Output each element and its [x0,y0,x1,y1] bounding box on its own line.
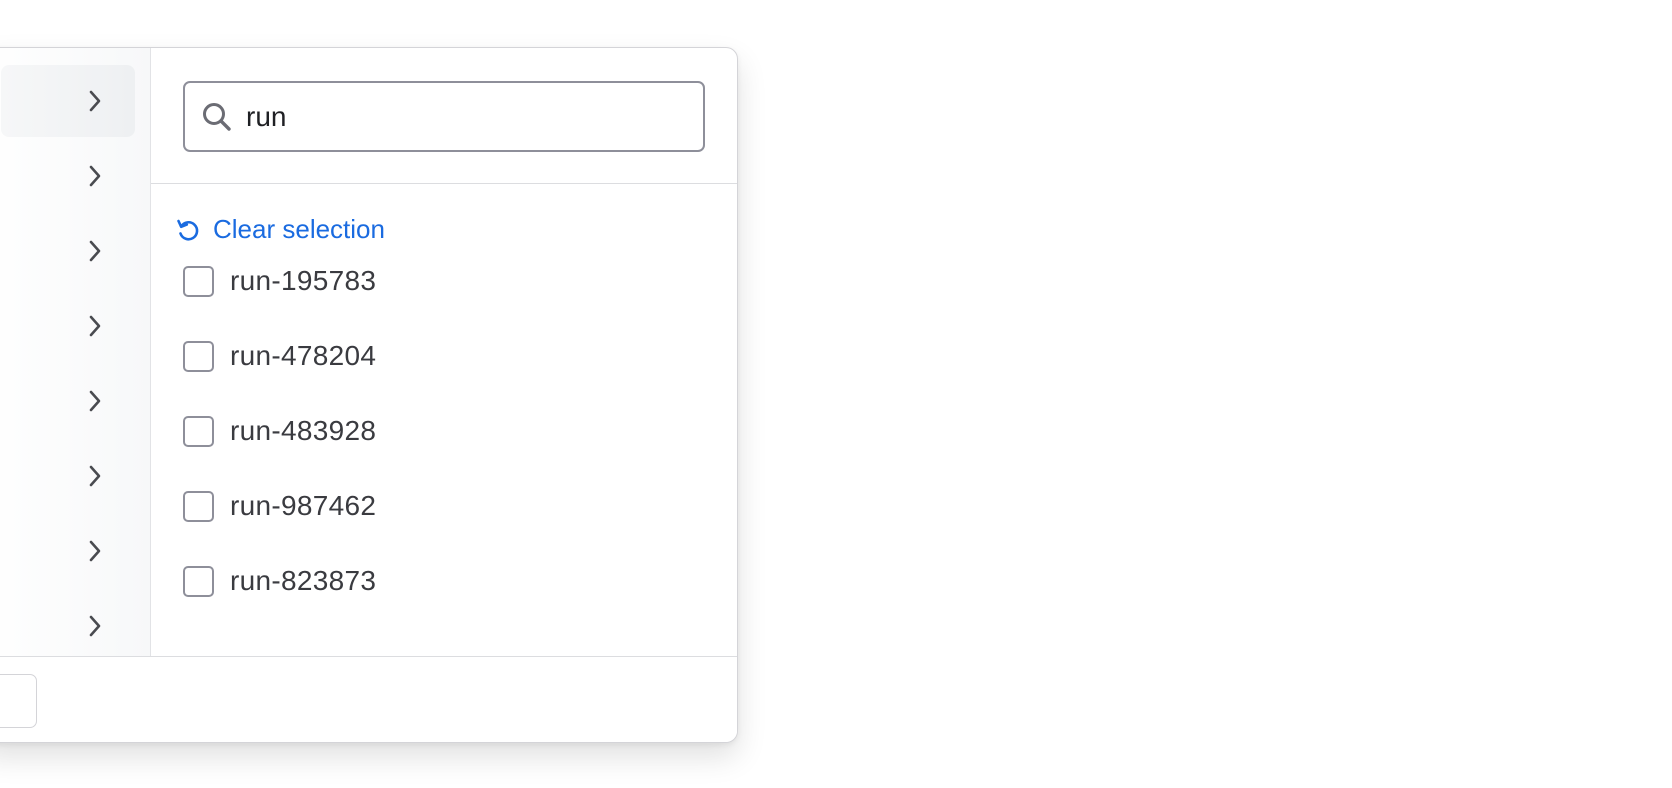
category-item[interactable] [1,65,135,137]
chevron-right-icon [87,539,103,563]
filter-panel: Clear selection run-195783 run-478204 ru… [0,47,738,743]
option-row[interactable]: run-823873 [183,561,376,601]
chevron-right-icon [87,239,103,263]
category-list [0,48,151,656]
search-input[interactable] [246,100,686,133]
category-item[interactable] [1,590,135,656]
category-item[interactable] [1,140,135,212]
options-column: Clear selection run-195783 run-478204 ru… [151,48,737,656]
option-label: run-195783 [230,265,377,296]
option-label: run-823873 [230,565,377,596]
option-label: run-987462 [230,490,377,521]
chevron-right-icon [87,464,103,488]
category-item[interactable] [1,440,135,512]
option-label: run-478204 [230,340,377,371]
option-checkbox[interactable] [183,490,214,522]
chevron-right-icon [87,164,103,188]
option-checkbox[interactable] [183,340,214,372]
search-section [151,48,737,184]
option-checkbox[interactable] [183,415,214,447]
chevron-right-icon [87,89,103,113]
option-checkbox[interactable] [183,265,214,297]
chevron-right-icon [87,389,103,413]
panel-footer [0,656,737,742]
category-item[interactable] [1,515,135,587]
search-icon [203,102,231,131]
search-field[interactable] [183,81,705,152]
option-row[interactable]: run-478204 [183,336,376,376]
option-row[interactable]: run-195783 [183,261,376,301]
clear-selection-label: Clear selection [213,214,385,244]
chevron-right-icon [87,314,103,338]
option-checkbox[interactable] [183,565,214,597]
clear-selection-button[interactable]: Clear selection [175,214,385,245]
option-row[interactable]: run-483928 [183,411,376,451]
chevron-right-icon [87,614,103,638]
footer-button[interactable] [0,674,37,728]
option-label: run-483928 [230,415,377,446]
category-item[interactable] [1,290,135,362]
category-item[interactable] [1,215,135,287]
category-item[interactable] [1,365,135,437]
reset-icon [177,219,199,241]
option-row[interactable]: run-987462 [183,486,376,526]
